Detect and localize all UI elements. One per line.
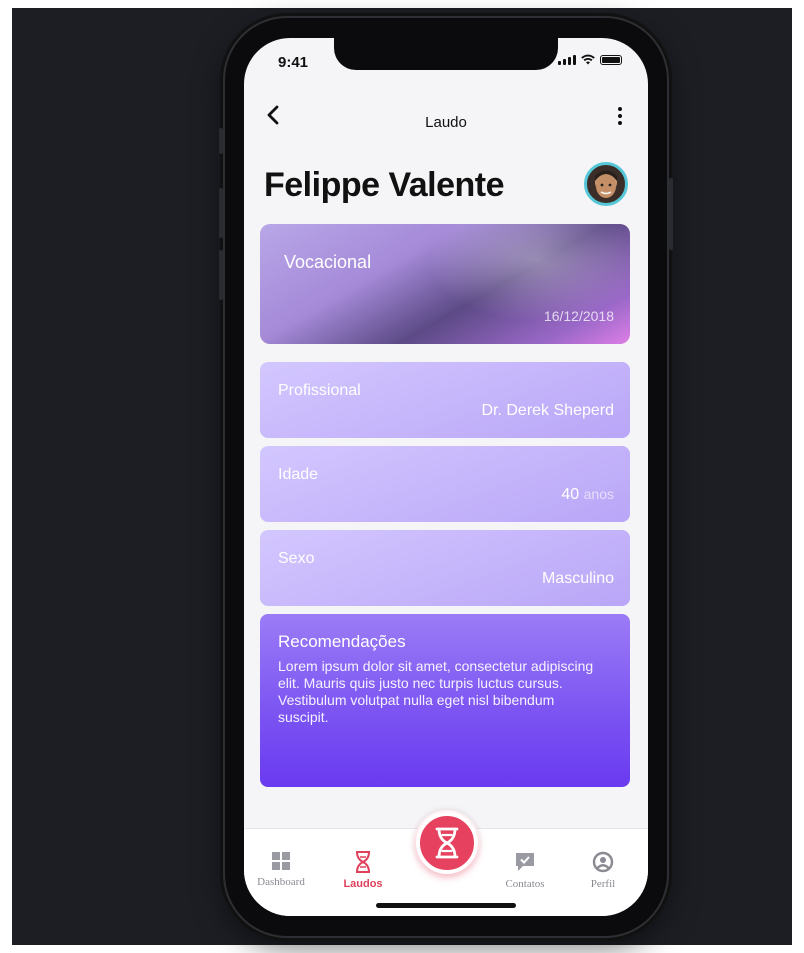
grid-icon [272, 852, 290, 870]
detail-unit: anos [583, 486, 614, 502]
detail-card-sex[interactable]: Sexo Masculino [260, 530, 630, 606]
avatar-face [595, 170, 617, 198]
tab-contatos[interactable]: Contatos [490, 851, 560, 890]
page-title: Laudo [425, 114, 467, 131]
hourglass-dna-icon [435, 827, 459, 859]
user-circle-icon [592, 851, 614, 873]
exam-card[interactable]: Vocacional 16/12/2018 [260, 224, 630, 344]
exam-title: Vocacional [284, 252, 372, 272]
recommendations-card: Recomendações Lorem ipsum dolor sit amet… [260, 614, 630, 787]
wifi-icon [581, 54, 595, 65]
detail-value: Masculino [541, 570, 614, 587]
detail-label: Idade [278, 466, 319, 483]
status-icons [558, 54, 622, 65]
detail-card-age[interactable]: Idade 40 anos [260, 446, 630, 522]
tab-label: Laudos [343, 878, 383, 890]
tab-laudos[interactable]: Laudos [328, 851, 398, 890]
tab-perfil[interactable]: Perfil [568, 851, 638, 890]
detail-value: Dr. Derek Sheperd [481, 402, 614, 419]
detail-value: 40 anos [561, 486, 614, 503]
volume-up-button [219, 188, 223, 238]
tab-label: Dashboard [257, 876, 305, 888]
detail-label: Profissional [278, 382, 361, 399]
status-time: 9:41 [278, 54, 309, 71]
patient-name: Felippe Valente [264, 166, 505, 204]
tab-dashboard[interactable]: Dashboard [246, 851, 316, 888]
signal-icon [558, 55, 576, 65]
avatar[interactable] [584, 162, 628, 206]
silent-switch [219, 128, 223, 154]
power-button [669, 178, 673, 250]
app-screen: 9:41 Laudo Felippe Valente Vocacional 16 [244, 38, 648, 916]
notch [334, 38, 558, 70]
more-vertical-icon [618, 107, 622, 111]
tab-label: Contatos [505, 878, 545, 890]
detail-card-professional[interactable]: Profissional Dr. Derek Sheperd [260, 362, 630, 438]
more-options-button[interactable] [610, 102, 630, 130]
exam-date: 16/12/2018 [543, 308, 614, 324]
chat-check-icon [516, 853, 534, 871]
recommendations-text: Lorem ipsum dolor sit amet, consectetur … [278, 658, 594, 725]
new-exam-fab-button[interactable] [416, 812, 478, 874]
recommendations-title: Recomendações [278, 632, 406, 651]
volume-down-button [219, 250, 223, 300]
hourglass-dna-icon [356, 851, 370, 873]
tab-label: Perfil [590, 878, 616, 890]
detail-label: Sexo [278, 550, 315, 567]
battery-icon [600, 55, 622, 65]
home-indicator [376, 903, 516, 908]
